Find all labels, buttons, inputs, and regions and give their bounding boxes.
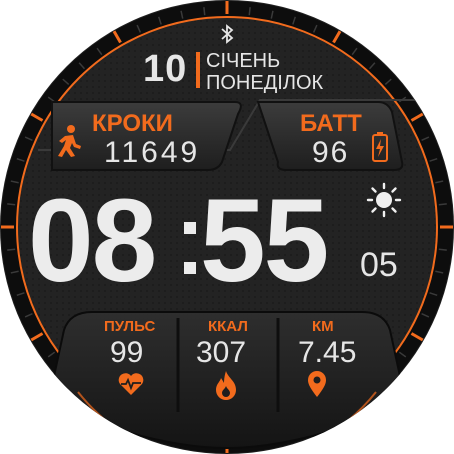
battery-charging-icon bbox=[372, 132, 388, 162]
walking-person-icon bbox=[58, 125, 81, 157]
stat-value-pulse: 99 bbox=[110, 336, 144, 369]
stat-label-pulse: ПУЛЬС bbox=[104, 318, 156, 335]
bezel-minor-tick bbox=[438, 203, 447, 206]
bezel-minor-tick bbox=[438, 248, 447, 251]
date-month: СІЧЕНЬ bbox=[206, 50, 281, 72]
stat-value-km: 7.45 bbox=[298, 336, 357, 369]
stat-label-kcal: ККАЛ bbox=[208, 318, 248, 335]
heart-pulse-icon bbox=[118, 373, 144, 395]
battery-label: БАТТ bbox=[300, 110, 362, 137]
date-day: 10 bbox=[143, 48, 188, 90]
stat-value-kcal: 307 bbox=[196, 336, 247, 369]
time-colon bbox=[184, 222, 196, 280]
bezel-minor-tick bbox=[7, 203, 16, 206]
weather-sun-icon bbox=[366, 182, 402, 218]
time-minutes: 55 bbox=[200, 175, 329, 307]
bluetooth-icon bbox=[221, 24, 234, 44]
stat-label-km: КМ bbox=[312, 318, 334, 335]
steps-value: 11649 bbox=[104, 136, 201, 169]
bezel-minor-tick bbox=[7, 248, 16, 251]
time-seconds: 05 bbox=[360, 246, 398, 284]
time-hours: 08 bbox=[28, 175, 157, 307]
battery-value: 96 bbox=[312, 136, 350, 169]
bezel-minor-tick bbox=[248, 7, 251, 16]
watch-face: 10 СІЧЕНЬ ПОНЕДІЛОК КРОКИ 11649 БАТТ 96 … bbox=[0, 0, 454, 454]
date-weekday: ПОНЕДІЛОК bbox=[206, 72, 324, 94]
location-pin-icon bbox=[308, 371, 326, 397]
steps-label: КРОКИ bbox=[92, 110, 173, 137]
bezel-minor-tick bbox=[203, 7, 206, 16]
flame-icon bbox=[216, 371, 236, 400]
date-divider bbox=[196, 52, 200, 88]
